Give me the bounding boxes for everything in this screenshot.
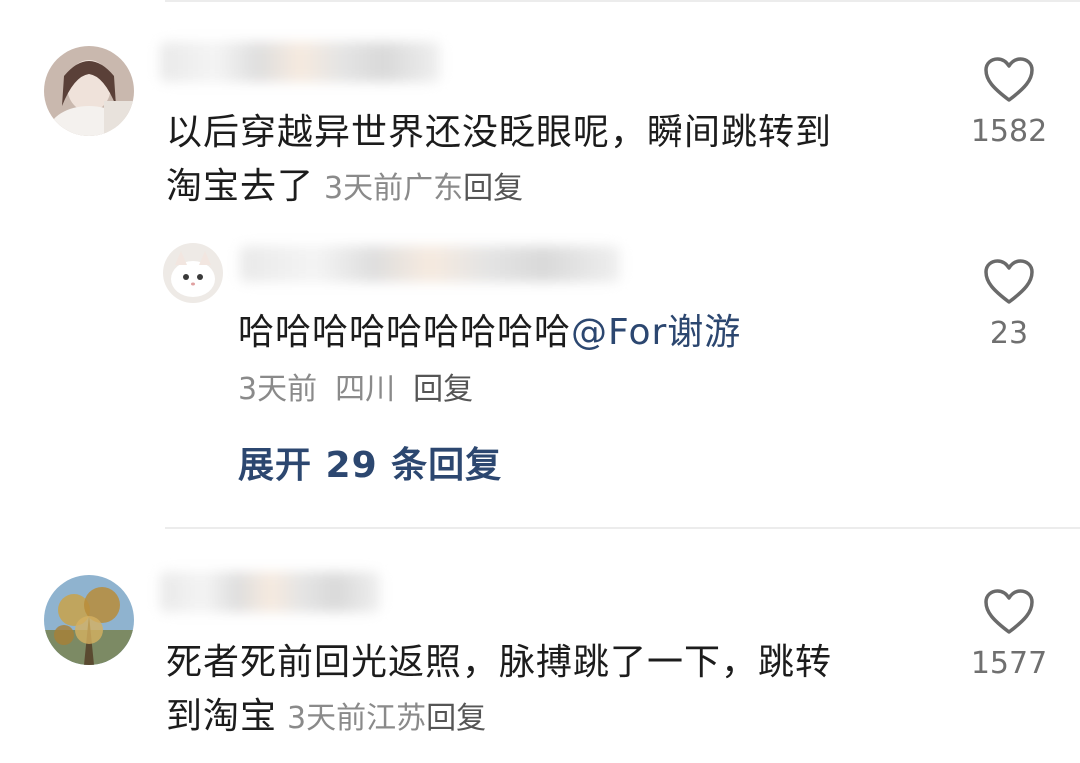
top-divider	[165, 0, 1080, 2]
mention-link[interactable]: @For谢游	[571, 312, 741, 353]
reply-username-blurred[interactable]	[240, 246, 620, 282]
comment-time: 3天前	[324, 171, 404, 206]
heart-outline-icon	[984, 259, 1034, 304]
reply-text: 哈哈哈哈哈哈哈哈哈@For谢游	[238, 306, 741, 360]
like-count: 1577	[970, 646, 1048, 681]
like-button[interactable]: 1582	[954, 56, 1064, 149]
username-blurred[interactable]	[160, 572, 380, 612]
comment-time: 3天前	[287, 701, 367, 736]
reply-location: 四川	[335, 372, 396, 407]
comment-text: 以后穿越异世界还没眨眼呢，瞬间跳转到 淘宝去了 3天前广东回复	[166, 106, 832, 216]
comment-divider	[165, 527, 1080, 529]
username-blurred[interactable]	[160, 42, 440, 82]
avatar[interactable]	[44, 575, 134, 665]
expand-replies-button[interactable]: 展开 29 条回复	[238, 436, 502, 488]
heart-outline-icon	[984, 57, 1034, 102]
reply-button[interactable]: 回复	[463, 171, 523, 206]
avatar[interactable]	[44, 46, 134, 136]
reply-time: 3天前	[238, 372, 318, 407]
comment-text-line: 死者死前回光返照，脉搏跳了一下，跳转	[166, 642, 833, 683]
reply-like-button[interactable]: 23	[954, 258, 1064, 351]
reply-text-body: 哈哈哈哈哈哈哈哈哈	[238, 312, 572, 353]
comment-location: 广东	[403, 171, 464, 206]
like-count: 1582	[970, 114, 1048, 149]
comment-text-line-end: 到淘宝	[166, 696, 278, 737]
comment-text: 死者死前回光返照，脉搏跳了一下，跳转 到淘宝 3天前江苏回复	[166, 636, 832, 746]
comment-text-line: 淘宝去了 3天前广东回复	[166, 160, 832, 216]
reply-button[interactable]: 回复	[413, 372, 473, 407]
like-count: 23	[989, 316, 1029, 351]
comment-text-line: 以后穿越异世界还没眨眼呢，瞬间跳转到	[166, 112, 833, 153]
reply-button[interactable]: 回复	[426, 701, 486, 736]
like-button[interactable]: 1577	[954, 588, 1064, 681]
comment-text-line-end: 淘宝去了	[166, 166, 315, 207]
reply-avatar[interactable]	[163, 243, 223, 303]
comment-location: 江苏	[366, 701, 427, 736]
heart-outline-icon	[984, 589, 1034, 634]
comment-text-line: 到淘宝 3天前江苏回复	[166, 690, 832, 746]
reply-meta: 3天前 四川 回复	[238, 364, 473, 408]
